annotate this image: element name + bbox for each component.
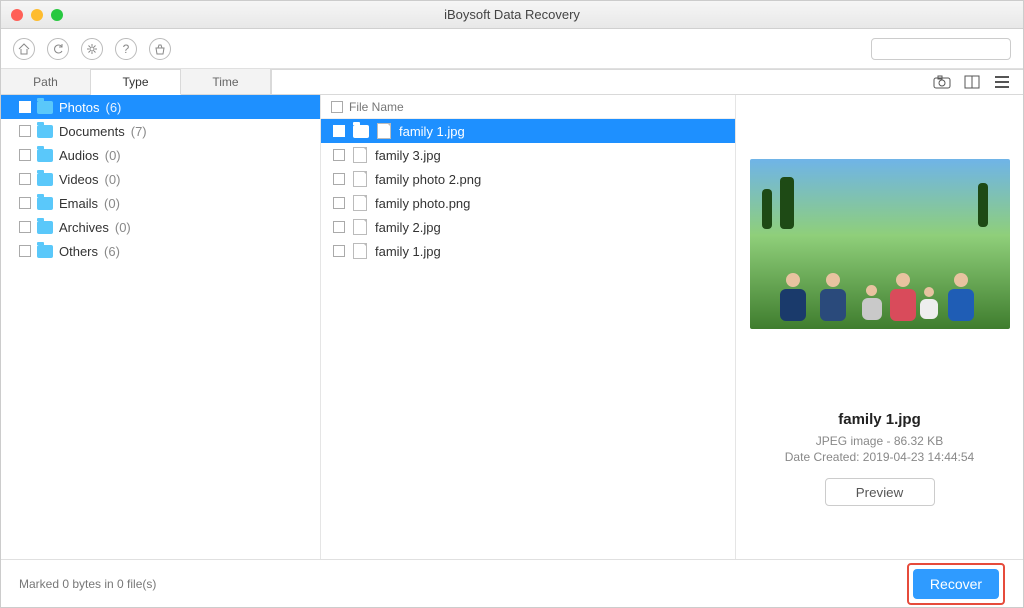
checkbox[interactable]	[333, 197, 345, 209]
preview-file-name: family 1.jpg	[838, 411, 921, 428]
file-icon	[377, 123, 391, 139]
sidebar-item-label: Videos	[59, 172, 99, 187]
checkbox[interactable]	[333, 221, 345, 233]
basket-icon[interactable]	[149, 38, 171, 60]
view-tabs: Path Type Time	[1, 69, 271, 94]
title-bar: iBoysoft Data Recovery	[1, 1, 1023, 29]
folder-icon	[37, 173, 53, 186]
folder-icon	[37, 197, 53, 210]
file-list-header: File Name	[321, 95, 735, 119]
file-icon	[353, 195, 367, 211]
folder-icon	[37, 221, 53, 234]
file-name: family 2.jpg	[375, 220, 441, 235]
checkbox[interactable]	[333, 245, 345, 257]
file-row[interactable]: family 3.jpg	[321, 143, 735, 167]
file-name: family photo 2.png	[375, 172, 481, 187]
sidebar-item-documents[interactable]: Documents (7)	[1, 119, 320, 143]
sidebar-item-count: (6)	[104, 244, 120, 259]
checkbox[interactable]	[333, 125, 345, 137]
preview-image	[750, 159, 1010, 329]
preview-file-date: Date Created: 2019-04-23 14:44:54	[785, 450, 974, 464]
select-all-checkbox[interactable]	[331, 101, 343, 113]
file-name-column-header[interactable]: File Name	[349, 100, 404, 114]
sidebar-item-photos[interactable]: Photos (6)	[1, 95, 320, 119]
file-row[interactable]: family photo 2.png	[321, 167, 735, 191]
file-icon	[353, 243, 367, 259]
home-icon[interactable]	[13, 38, 35, 60]
tab-path[interactable]: Path	[1, 69, 91, 94]
checkbox[interactable]	[333, 173, 345, 185]
sidebar-item-label: Documents	[59, 124, 125, 139]
sidebar-item-count: (0)	[105, 172, 121, 187]
grid-view-icon[interactable]	[963, 73, 981, 91]
status-text: Marked 0 bytes in 0 file(s)	[19, 577, 156, 591]
sidebar-item-label: Photos	[59, 100, 99, 115]
file-name: family 1.jpg	[375, 244, 441, 259]
checkbox[interactable]	[19, 245, 31, 257]
file-row[interactable]: family photo.png	[321, 191, 735, 215]
search-input[interactable]	[882, 42, 1024, 56]
refresh-icon[interactable]	[47, 38, 69, 60]
sidebar-item-count: (7)	[131, 124, 147, 139]
sidebar-item-label: Audios	[59, 148, 99, 163]
footer: Marked 0 bytes in 0 file(s) Recover	[1, 559, 1023, 607]
sidebar-item-others[interactable]: Others (6)	[1, 239, 320, 263]
folder-icon	[37, 101, 53, 114]
file-icon	[353, 219, 367, 235]
sidebar-item-videos[interactable]: Videos (0)	[1, 167, 320, 191]
recover-highlight: Recover	[907, 563, 1005, 605]
tabs-row: Path Type Time	[1, 69, 1023, 95]
file-icon	[353, 147, 367, 163]
app-window: iBoysoft Data Recovery ? ✕ Path Type Tim…	[0, 0, 1024, 608]
preview-button[interactable]: Preview	[825, 478, 935, 506]
checkbox[interactable]	[19, 101, 31, 113]
gear-icon[interactable]	[81, 38, 103, 60]
file-row[interactable]: family 2.jpg	[321, 215, 735, 239]
sidebar-item-count: (0)	[104, 196, 120, 211]
file-name: family 3.jpg	[375, 148, 441, 163]
checkbox[interactable]	[19, 173, 31, 185]
sidebar-item-label: Archives	[59, 220, 109, 235]
file-name: family 1.jpg	[399, 124, 465, 139]
camera-icon[interactable]	[933, 73, 951, 91]
file-row[interactable]: family 1.jpg	[321, 119, 735, 143]
search-box[interactable]: ✕	[871, 38, 1011, 60]
sidebar-item-label: Emails	[59, 196, 98, 211]
checkbox[interactable]	[333, 149, 345, 161]
checkbox[interactable]	[19, 125, 31, 137]
sidebar-item-audios[interactable]: Audios (0)	[1, 143, 320, 167]
preview-file-info: JPEG image - 86.32 KB	[816, 434, 943, 448]
checkbox[interactable]	[19, 197, 31, 209]
sidebar-item-emails[interactable]: Emails (0)	[1, 191, 320, 215]
preview-pane: family 1.jpg JPEG image - 86.32 KB Date …	[736, 95, 1023, 559]
folder-icon	[37, 125, 53, 138]
file-row[interactable]: family 1.jpg	[321, 239, 735, 263]
sidebar-item-count: (0)	[115, 220, 131, 235]
sidebar-item-label: Others	[59, 244, 98, 259]
file-list: File Name family 1.jpg family 3.jpg fami…	[321, 95, 736, 559]
checkbox[interactable]	[19, 221, 31, 233]
checkbox[interactable]	[19, 149, 31, 161]
tab-time[interactable]: Time	[181, 69, 271, 94]
sidebar-item-archives[interactable]: Archives (0)	[1, 215, 320, 239]
tab-type[interactable]: Type	[91, 69, 181, 95]
file-icon	[353, 171, 367, 187]
sidebar-item-count: (0)	[105, 148, 121, 163]
main-body: Photos (6) Documents (7) Audios (0) Vide…	[1, 95, 1023, 559]
category-sidebar: Photos (6) Documents (7) Audios (0) Vide…	[1, 95, 321, 559]
folder-icon	[37, 149, 53, 162]
toolbar: ? ✕	[1, 29, 1023, 69]
folder-icon	[353, 125, 369, 138]
window-title: iBoysoft Data Recovery	[1, 7, 1023, 22]
list-view-icon[interactable]	[993, 73, 1011, 91]
file-name: family photo.png	[375, 196, 470, 211]
sidebar-item-count: (6)	[105, 100, 121, 115]
help-icon[interactable]: ?	[115, 38, 137, 60]
recover-button[interactable]: Recover	[913, 569, 999, 599]
folder-icon	[37, 245, 53, 258]
